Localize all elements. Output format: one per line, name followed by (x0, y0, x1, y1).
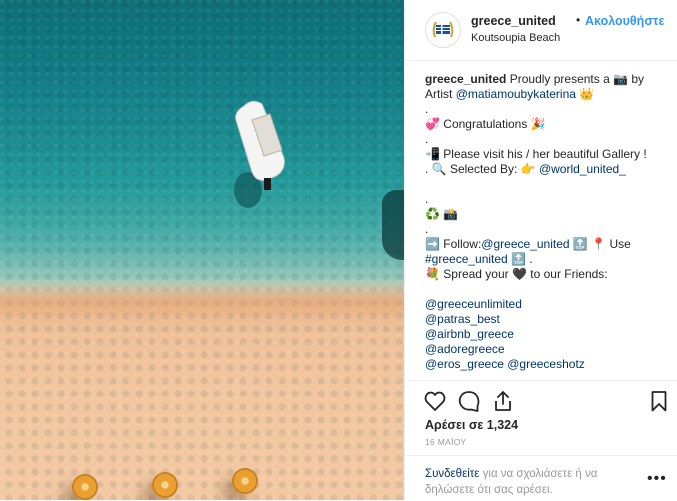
mention-link[interactable]: @eros_greece (425, 357, 504, 371)
caption-line: @eros_greece @greeceshotz (425, 357, 665, 372)
more-options-icon[interactable]: ••• (647, 470, 667, 488)
beach-umbrella (72, 474, 98, 500)
login-link[interactable]: Συνδεθείτε (425, 468, 479, 480)
caption-text: 🔝 📍 Use (572, 237, 631, 251)
mention-link[interactable]: @greeceunlimited (425, 297, 665, 312)
laurel-logo-icon (432, 21, 454, 38)
caption-username[interactable]: greece_united (425, 72, 506, 86)
post-panel: greece_united • Ακολουθήστε Koutsoupia B… (404, 0, 677, 500)
caption-line: . (425, 222, 429, 236)
post-photo[interactable] (0, 0, 404, 500)
caption-text: . 🔍 Selected By: 👉 (425, 162, 536, 176)
photo-texture (0, 0, 404, 500)
caption-line: . 🔍 Selected By: 👉 @world_united_ (425, 162, 665, 177)
mention-link[interactable]: @adoregreece (425, 342, 665, 357)
caption: greece_united Proudly presents a 📷 by Ar… (425, 72, 665, 377)
action-bar (405, 380, 677, 419)
beach-umbrella (152, 472, 178, 498)
bookmark-icon[interactable] (647, 389, 671, 413)
follow-button[interactable]: Ακολουθήστε (585, 14, 664, 28)
comment-icon[interactable] (457, 389, 481, 413)
caption-line: Artist @matiamoubykaterina 👑 (425, 87, 665, 102)
boat-graphic (234, 100, 285, 208)
caption-line: ♻️ 📸 (425, 207, 459, 221)
rocks (382, 190, 404, 260)
post-date: 16 ΜΑΪΟΥ (425, 437, 467, 447)
caption-text: Proudly presents a 📷 by (509, 72, 645, 86)
mention-link[interactable]: @greeceshotz (507, 357, 585, 371)
mention-link[interactable]: @world_united_ (539, 162, 626, 176)
post-header: greece_united • Ακολουθήστε Koutsoupia B… (405, 0, 677, 61)
share-icon[interactable] (491, 389, 515, 413)
hashtag-link[interactable]: #greece_united (425, 252, 508, 266)
caption-line: 💞 Congratulations 🎉 (425, 117, 546, 131)
caption-line: 💐 Spread your 🖤 to our Friends: (425, 267, 608, 281)
mention-link[interactable]: @patras_best (425, 312, 665, 327)
caption-emoji: 👑 (579, 87, 595, 101)
comment-bar: Συνδεθείτε για να σχολιάσετε ή να δηλώσε… (405, 455, 677, 501)
caption-line: . (425, 192, 429, 206)
header-username[interactable]: greece_united (471, 14, 556, 28)
mention-link[interactable]: @matiamoubykaterina (456, 87, 576, 101)
beach-umbrella (232, 468, 258, 494)
shoreline (0, 280, 404, 320)
caption-text: 🔝 . (511, 252, 533, 266)
caption-line: #greece_united 🔝 . (425, 252, 665, 267)
comment-prompt: Συνδεθείτε για να σχολιάσετε ή να δηλώσε… (425, 466, 635, 498)
mention-link[interactable]: @greece_united (481, 237, 569, 251)
heart-icon[interactable] (423, 389, 447, 413)
caption-text: Artist (425, 87, 453, 101)
caption-text: ➡️ Follow: (425, 237, 482, 251)
location-link[interactable]: Koutsoupia Beach (471, 32, 560, 44)
mention-link[interactable]: @airbnb_greece (425, 327, 665, 342)
caption-line: greece_united Proudly presents a 📷 by (425, 72, 665, 87)
avatar[interactable] (425, 12, 461, 48)
header-separator: • (576, 13, 581, 27)
caption-line: . (425, 132, 429, 146)
caption-line: . (425, 102, 429, 116)
caption-line: ➡️ Follow:@greece_united 🔝 📍 Use (425, 237, 665, 252)
likes-count[interactable]: Αρέσει σε 1,324 (425, 418, 518, 432)
caption-line: 📲 Please visit his / her beautiful Galle… (425, 147, 647, 161)
